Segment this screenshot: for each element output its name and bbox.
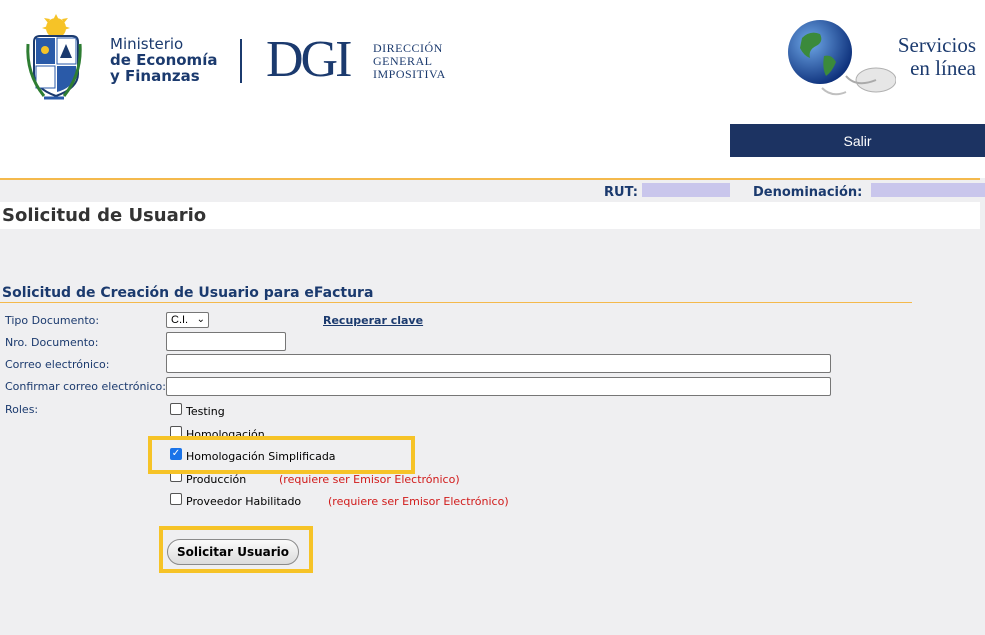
recuperar-clave-link[interactable]: Recuperar clave: [323, 314, 423, 327]
tipo-documento-label: Tipo Documento:: [5, 314, 100, 327]
logout-button[interactable]: Salir: [730, 124, 985, 157]
nro-documento-input[interactable]: [166, 332, 286, 351]
rut-label: RUT:: [604, 185, 638, 200]
rut-value: [642, 183, 730, 197]
confirmar-correo-label: Confirmar correo electrónico:: [5, 380, 166, 393]
dgi-line3: IMPOSITIVA: [373, 67, 446, 81]
role-testing-checkbox[interactable]: [170, 403, 182, 415]
ministry-line2: de Economía: [110, 51, 218, 69]
correo-label: Correo electrónico:: [5, 358, 110, 371]
confirmar-correo-input[interactable]: [166, 377, 831, 396]
header-divider: [0, 178, 980, 180]
dgi-logo-text: DIRECCIÓN GENERAL IMPOSITIVA: [373, 42, 446, 81]
role-produccion-note: (requiere ser Emisor Electrónico): [279, 473, 460, 486]
highlight-box-role: [148, 436, 415, 474]
roles-label: Roles:: [5, 403, 39, 416]
highlight-box-submit: [159, 526, 313, 573]
denominacion-label: Denominación:: [753, 185, 863, 200]
services-line1: Servicios: [897, 33, 976, 57]
services-line2: en línea: [910, 56, 976, 80]
section-divider: [0, 302, 912, 303]
denominacion-value: [871, 183, 985, 197]
role-proveedor-label: Proveedor Habilitado: [186, 495, 302, 508]
logo-divider: [240, 39, 242, 83]
role-produccion-label: Producción: [186, 473, 247, 486]
services-online-logo: Servicios en línea: [856, 34, 976, 80]
nro-documento-label: Nro. Documento:: [5, 336, 99, 349]
ministry-logo-text: Ministerio de Economía y Finanzas: [110, 36, 217, 84]
tipo-documento-value: C.I.: [171, 314, 189, 326]
page-title: Solicitud de Usuario: [2, 205, 207, 226]
tipo-documento-select[interactable]: C.I. ⌄: [166, 312, 209, 328]
national-emblem-icon: [26, 14, 82, 100]
dgi-logo: DGI: [266, 31, 352, 88]
role-testing-label: Testing: [186, 405, 225, 418]
role-proveedor-checkbox[interactable]: [170, 493, 182, 505]
ministry-line3: y Finanzas: [110, 67, 200, 85]
ministry-line1: Ministerio: [110, 35, 184, 53]
chevron-down-icon: ⌄: [196, 314, 205, 325]
section-title: Solicitud de Creación de Usuario para eF…: [2, 285, 374, 301]
role-proveedor-note: (requiere ser Emisor Electrónico): [328, 495, 509, 508]
correo-input[interactable]: [166, 354, 831, 373]
